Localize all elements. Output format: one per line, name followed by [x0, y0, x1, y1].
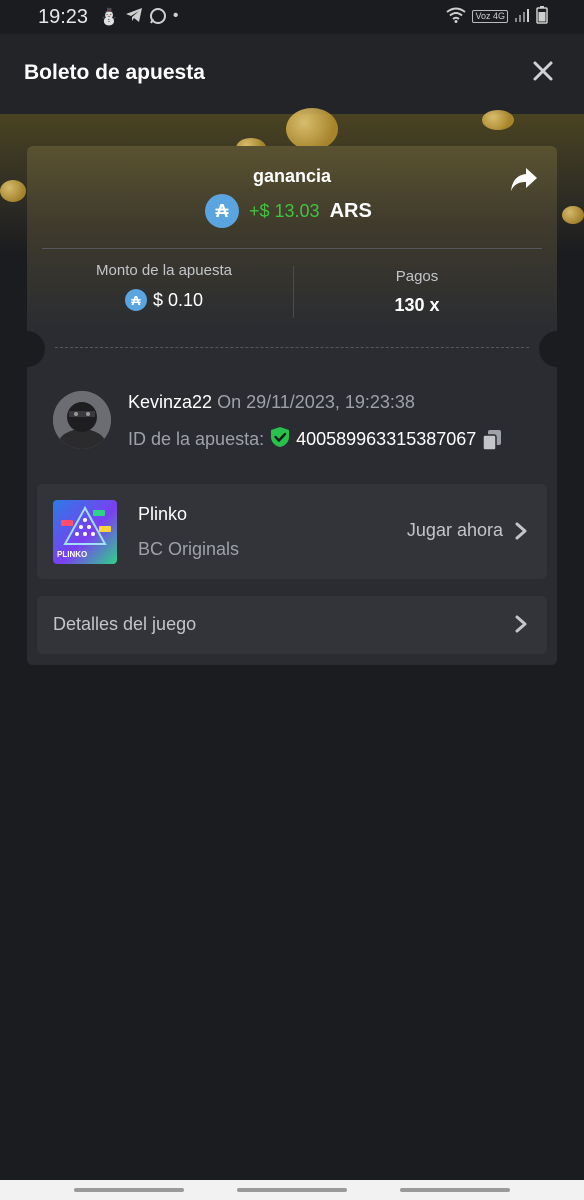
whatsapp-icon [149, 7, 167, 30]
avatar[interactable] [53, 391, 111, 449]
system-icons: Voz 4G [446, 6, 548, 27]
payout-stat: Pagos 130 x [292, 268, 542, 316]
game-provider: BC Originals [138, 539, 240, 559]
battery-icon [536, 6, 548, 27]
modal-header: Boleto de apuesta [0, 34, 584, 114]
game-details-button[interactable]: Detalles del juego [37, 596, 547, 654]
bet-id-label: ID de la apuesta: [128, 429, 265, 449]
app-notification-icon: ⛄ [99, 9, 119, 26]
telegram-icon [125, 7, 143, 30]
network-badge: Voz 4G [472, 10, 508, 23]
bet-amount-value-row: ₳ $ 0.10 [39, 289, 289, 311]
nav-back-button[interactable] [400, 1188, 510, 1192]
coin-decoration [286, 108, 338, 150]
status-bar: 19:23 ⛄ • Voz 4G [0, 0, 584, 34]
signal-icon [514, 7, 530, 26]
winnings-row: ₳ +$ 13.03 ARS [205, 194, 372, 228]
bet-amount-label: Monto de la apuesta [96, 262, 232, 279]
play-now-button[interactable]: Jugar ahora [407, 520, 527, 541]
bet-amount-stat: Monto de la apuesta ₳ $ 0.10 [39, 262, 289, 311]
system-navigation-bar [0, 1180, 584, 1200]
nav-recents-button[interactable] [74, 1188, 184, 1192]
chevron-right-icon [515, 615, 527, 633]
winnings-currency: ARS [329, 199, 372, 222]
bet-ticket-card: ganancia ₳ +$ 13.03 ARS Monto de la apue… [27, 146, 557, 665]
notification-icons: ⛄ • [99, 7, 179, 30]
currency-coin-icon: ₳ [124, 289, 147, 311]
copy-icon[interactable] [482, 429, 502, 451]
bet-amount-value: $ 0.10 [152, 289, 204, 310]
ticket-notch [539, 331, 557, 367]
wifi-icon [446, 7, 467, 26]
chevron-right-icon [515, 522, 527, 539]
bet-id-row: ID de la apuesta: 400589963315387067 [128, 426, 502, 453]
bet-date: On 29/11/2023, 19:23:38 [217, 392, 415, 412]
winnings-panel: ganancia ₳ +$ 13.03 ARS Monto de la apue… [27, 146, 557, 331]
coin-decoration [482, 110, 514, 130]
verified-shield-icon [270, 426, 290, 453]
page-title: Boleto de apuesta [24, 61, 205, 84]
winnings-amount: +$ 13.03 [249, 200, 320, 221]
game-name: Plinko [138, 504, 188, 524]
game-thumbnail-label: PLINKO [57, 550, 88, 559]
status-time: 19:23 [38, 6, 89, 28]
username[interactable]: Kevinza22 [128, 392, 212, 412]
coin-decoration [562, 206, 584, 224]
divider [42, 248, 542, 249]
payout-label: Pagos [395, 268, 439, 285]
bet-id-value: 400589963315387067 [296, 429, 477, 449]
nav-home-button[interactable] [237, 1188, 347, 1192]
player-info: Kevinza22 On 29/11/2023, 19:23:38 [128, 392, 415, 413]
ticket-notch [27, 331, 45, 367]
payout-value: 130 x [394, 295, 440, 315]
coin-decoration [0, 180, 26, 202]
game-card[interactable]: PLINKO Plinko BC Originals Jugar ahora [37, 484, 547, 579]
dot-icon: • [172, 7, 179, 24]
game-details-label: Detalles del juego [53, 614, 197, 634]
close-icon[interactable] [528, 56, 558, 86]
game-thumbnail: PLINKO [53, 500, 117, 564]
winnings-label: ganancia [252, 166, 332, 186]
currency-coin-icon: ₳ [205, 194, 239, 228]
dashed-divider [55, 347, 529, 348]
play-now-label: Jugar ahora [406, 520, 503, 540]
share-icon[interactable] [509, 166, 539, 196]
